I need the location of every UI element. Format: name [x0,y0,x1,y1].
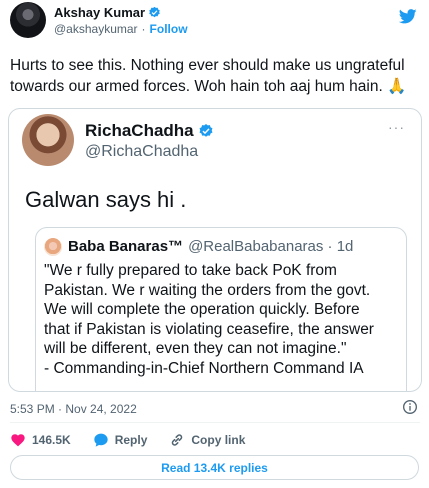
inner-text-line: Pakistan. We r waiting the orders from t… [44,281,371,299]
inner-author-name[interactable]: Baba Banaras™ [68,238,183,255]
copy-link-button[interactable]: Copy link [169,432,245,448]
inner-author-handle-time[interactable]: @RealBababanaras · 1d [188,238,353,255]
like-count: 146.5K [32,433,71,447]
inner-text-line: that if Pakistan is violating ceasefire,… [44,320,374,338]
read-replies-button[interactable]: Read 13.4K replies [10,455,419,480]
link-icon [172,434,183,446]
inner-text-line: We will complete the operation quickly. … [44,301,360,318]
quoted-author-avatar[interactable] [22,114,74,166]
twitter-bird-icon[interactable] [399,9,417,24]
inner-text-line: will be different, even they can not ima… [44,340,347,357]
tweet-actions: 146.5K Reply Copy link [10,432,267,448]
follow-button[interactable]: Follow [150,22,188,36]
separator-dot: · [141,22,146,36]
reply-button[interactable]: Reply [93,432,148,448]
reply-icon [94,433,108,447]
heart-icon [11,434,25,447]
tweet-header: Akshay Kumar @akshaykumar · Follow [0,0,429,46]
author-name[interactable]: Akshay Kumar [54,5,145,20]
quoted-author-name[interactable]: RichaChadha [85,121,194,141]
author-avatar[interactable] [10,2,46,38]
quoted-tweet-text: Galwan says hi . [25,187,187,212]
quoted-tweet[interactable]: RichaChadha @RichaChadha ··· Galwan says… [8,108,422,392]
inner-quoted-tweet[interactable]: Baba Banaras™ @RealBababanaras · 1d "We … [35,227,407,391]
inner-header: Baba Banaras™ @RealBababanaras · 1d [68,238,353,255]
author-name-row: Akshay Kumar [54,5,161,20]
author-handle-row: @akshaykumar · Follow [54,22,188,36]
info-icon[interactable] [402,399,418,415]
verified-badge-icon [149,6,160,18]
verified-badge-icon [199,124,213,137]
more-icon[interactable]: ··· [388,119,405,135]
tweet-text: Hurts to see this. Nothing ever should m… [10,57,407,95]
like-button[interactable]: 146.5K [10,432,71,448]
inner-text-line: "We r fully prepared to take back PoK fr… [44,262,337,279]
tweet-timestamp[interactable]: 5:53 PM · Nov 24, 2022 [10,402,137,416]
inner-author-avatar[interactable] [44,238,62,256]
inner-tweet-text: "We r fully prepared to take back PoK fr… [44,261,404,378]
author-handle[interactable]: @akshaykumar [54,22,138,36]
reply-label: Reply [114,433,148,447]
divider [10,422,420,423]
inner-text-line: - Commanding-in-Chief Northern Command I… [44,359,364,377]
quoted-author-handle[interactable]: @RichaChadha [85,143,198,161]
quoted-name-row: RichaChadha [85,121,214,141]
copy-link-label: Copy link [191,433,246,447]
